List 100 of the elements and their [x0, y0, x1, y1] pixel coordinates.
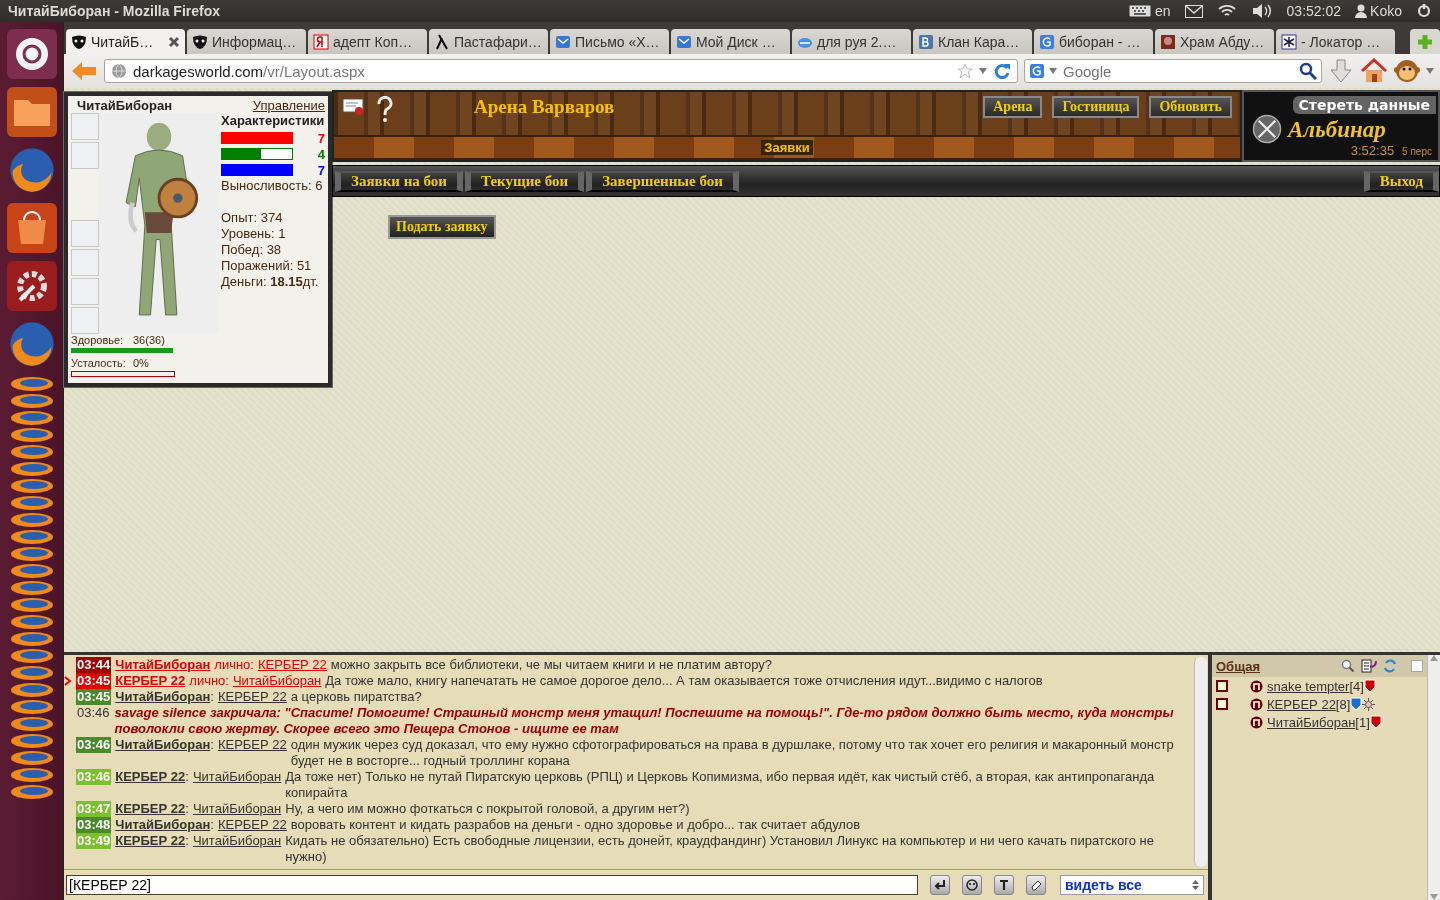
header-button[interactable]: Арена [983, 96, 1043, 118]
browser-tab[interactable]: Письмо «Х… [550, 29, 669, 54]
clear-button[interactable] [1026, 875, 1046, 895]
monkey-face-icon[interactable] [1394, 58, 1420, 84]
caret-icon[interactable] [1426, 68, 1434, 74]
reload-icon[interactable] [993, 62, 1011, 80]
settings-icon[interactable] [5, 260, 58, 312]
recipient-link[interactable]: ЧитайБиборан [192, 833, 282, 849]
close-icon[interactable] [168, 35, 180, 48]
private-message-icon[interactable] [1250, 679, 1263, 693]
user-level: [1] [1355, 714, 1370, 730]
stat-line: Опыт: 374 [221, 210, 284, 226]
user-link[interactable]: snake tempter [1267, 678, 1350, 694]
search-icon[interactable] [1341, 659, 1355, 673]
arena-title: Арена Варваров [474, 96, 616, 118]
lambda-icon [434, 33, 450, 50]
fatigue-value: 0% [133, 357, 150, 369]
browser-tab[interactable]: ЧитайБ… [66, 29, 185, 54]
private-message-icon[interactable] [1250, 715, 1263, 729]
browser-tab[interactable]: Храм Абду… [1155, 29, 1274, 54]
help-icon[interactable] [376, 96, 394, 124]
stat-value: 7 [316, 162, 325, 178]
home-icon[interactable] [1360, 58, 1388, 84]
sender-link[interactable]: ЧитайБиборан [115, 657, 211, 673]
user-link[interactable]: ЧитайБиборан [1267, 714, 1356, 730]
nav-tab[interactable]: Текущие бои [465, 170, 585, 192]
portrait-icon [1160, 33, 1176, 50]
recipient-link[interactable]: КЕРБЕР 22 [217, 817, 287, 833]
browser-tab[interactable]: Мой Диск … [671, 29, 790, 54]
user-icon[interactable] [1355, 4, 1368, 18]
user-name[interactable]: Koko [1370, 3, 1402, 19]
caret-icon[interactable] [1049, 68, 1057, 74]
bug-icon [1281, 33, 1297, 50]
document-arrow-icon[interactable] [1361, 659, 1377, 673]
address-field[interactable]: darkagesworld.com/vr/Layout.aspx [104, 59, 1018, 83]
shopping-bag-icon[interactable] [5, 202, 58, 254]
recipient-link[interactable]: КЕРБЕР 22 [217, 737, 287, 753]
message-time: 03:47 [76, 801, 112, 817]
browser-tab[interactable]: - Локатор … [1276, 29, 1395, 54]
keyboard-layout-label[interactable]: en [1155, 3, 1171, 19]
ubuntu-logo-icon[interactable] [5, 28, 58, 80]
recipient-link[interactable]: ЧитайБиборан [192, 801, 282, 817]
browser-tab[interactable]: для руя 2.… [792, 29, 911, 54]
submit-request-button[interactable]: Подать заявку [388, 215, 496, 239]
message-label: лично: [214, 657, 254, 673]
message-text: Ну, а чего им можно фоткаться с покрытой головой, а другим нет?) [285, 801, 691, 817]
letter-tile-icon [1039, 33, 1055, 50]
search-engine-icon[interactable] [1029, 63, 1045, 79]
mail-icon[interactable] [1184, 4, 1203, 18]
search-field[interactable]: Google [1024, 59, 1322, 83]
browser-tab[interactable]: Информац… [187, 29, 306, 54]
filter-dropdown[interactable]: видеть все [1060, 875, 1204, 895]
clear-data-button[interactable]: Стереть данные [1292, 96, 1436, 114]
nav-tab[interactable]: Завершенные бои [586, 170, 739, 192]
recipient-link[interactable]: ЧитайБиборан [192, 769, 282, 785]
message-text: Да тоже мало, книгу напечатать не самое дорогое дело... А там оказывается тоже отчисления идут...видимо с налогов [325, 673, 1044, 689]
browser-tab[interactable]: Клан Кара… [913, 29, 1032, 54]
header-button[interactable]: Обновить [1149, 96, 1232, 118]
volume-icon[interactable] [1250, 3, 1273, 19]
recipient-link[interactable]: ЧитайБиборан [232, 673, 322, 689]
recipient-link[interactable]: КЕРБЕР 22 [257, 657, 327, 673]
server-time: 3:52:35 [1350, 144, 1395, 157]
exit-button[interactable]: Выход [1363, 170, 1439, 192]
header-button[interactable]: Гостиница [1052, 96, 1140, 118]
message-time: 03:49 [76, 833, 112, 849]
caret-icon[interactable] [979, 68, 987, 74]
browser-tab[interactable]: адепт Коп… [308, 29, 427, 54]
scroll-seal-icon[interactable] [342, 96, 366, 118]
private-message-icon[interactable] [1250, 697, 1263, 711]
send-button[interactable] [930, 875, 950, 895]
browser-tab[interactable]: Пастафари… [429, 29, 548, 54]
message-label: : [210, 817, 214, 833]
user-checkbox[interactable] [1216, 680, 1228, 692]
clock-label[interactable]: 03:52:02 [1286, 3, 1342, 19]
text-format-button[interactable] [994, 875, 1014, 895]
eraser-icon [1030, 879, 1042, 891]
envelope-icon [555, 33, 571, 50]
message-text: Кидать не обязательно) Есть свободные лицензии, есть донейт, краудфандинг) Установил Линукс на компьютер и ни чего качать пиратского не нужно) [285, 833, 1155, 865]
select-all-checkbox[interactable] [1411, 660, 1423, 672]
power-icon[interactable] [1416, 3, 1432, 19]
keyboard-icon[interactable] [1129, 5, 1151, 17]
star-icon[interactable] [957, 63, 973, 79]
manage-link[interactable]: Управление [252, 98, 325, 113]
user-checkbox[interactable] [1216, 698, 1228, 710]
stat-value: 7 [316, 130, 325, 146]
search-icon[interactable] [1299, 62, 1317, 80]
message-time: 03:44 [76, 657, 112, 673]
stat-line: Уровень: 1 [221, 226, 287, 242]
folder-icon[interactable] [5, 86, 58, 138]
scrollbar[interactable] [1194, 657, 1207, 867]
smiley-button[interactable] [962, 875, 982, 895]
wifi-icon[interactable] [1216, 4, 1237, 18]
user-level: [8] [1335, 696, 1351, 712]
sender-link[interactable]: КЕРБЕР 22 [115, 673, 186, 689]
user-link[interactable]: КЕРБЕР 22 [1267, 696, 1336, 712]
chat-input-field[interactable]: [КЕРБЕР 22] [66, 875, 918, 895]
nav-tab[interactable]: Заявки на бои [335, 170, 463, 192]
message-label: лично: [189, 673, 229, 689]
browser-tab[interactable]: биборан - … [1034, 29, 1153, 54]
recipient-link[interactable]: КЕРБЕР 22 [217, 689, 287, 705]
